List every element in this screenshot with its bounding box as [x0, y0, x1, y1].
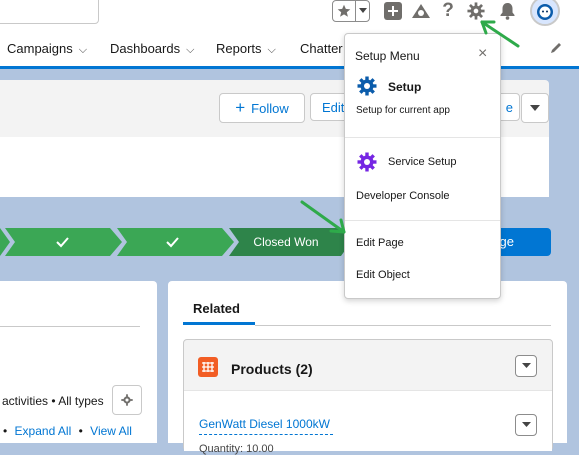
- tab-related-label: Related: [193, 301, 240, 316]
- edit-label: Edit: [322, 99, 345, 115]
- setup-menu-item-service-setup[interactable]: Service Setup: [345, 149, 500, 175]
- chevron-down-icon[interactable]: ⌵: [79, 44, 87, 56]
- gear-icon: [467, 2, 485, 20]
- developer-console-label: Developer Console: [356, 190, 450, 202]
- edit-object-label: Edit Object: [356, 269, 410, 281]
- products-list-body: GenWatt Diesel 1000kW Quantity: 10.00: [184, 390, 552, 455]
- divider: [0, 326, 140, 327]
- setup-menu-item-developer-console[interactable]: Developer Console: [345, 184, 500, 210]
- chevron-down-icon: [358, 8, 367, 13]
- separator: •: [3, 424, 8, 438]
- nav-item-chatter[interactable]: Chatter: [300, 32, 343, 66]
- nav-item-label: Campaigns: [7, 41, 73, 56]
- favorites-button[interactable]: [332, 0, 356, 22]
- products-related-list: Products (2) GenWatt Diesel 1000kW Quant…: [183, 339, 553, 455]
- setup-gear-icon: [357, 76, 377, 96]
- star-icon: [337, 4, 351, 17]
- related-card: Related Products (2) GenWatt Diesel 1000…: [168, 281, 567, 455]
- tabs-divider: [255, 325, 551, 326]
- service-setup-gear-icon: [357, 152, 377, 172]
- closed-won-label: Closed Won: [253, 235, 319, 249]
- activity-filter-button[interactable]: [112, 385, 142, 415]
- setup-menu-dropdown: Setup Menu × Setup Setup for current app: [344, 33, 501, 299]
- expand-all-link[interactable]: Expand All: [15, 424, 72, 438]
- activity-card: activities • All types • Expand All • Vi…: [0, 281, 157, 443]
- global-search-input[interactable]: [0, 0, 99, 24]
- expand-links: • Expand All • View All: [3, 424, 132, 438]
- nav-item-campaigns[interactable]: Campaigns ⌵: [7, 32, 87, 66]
- follow-button[interactable]: + Follow: [219, 93, 305, 123]
- divider: [345, 137, 500, 138]
- notifications-button[interactable]: [496, 0, 518, 22]
- nav-item-label: Reports: [216, 41, 262, 56]
- favorites-menu-button[interactable]: [355, 0, 370, 22]
- nav-item-dashboards[interactable]: Dashboards ⌵: [110, 32, 194, 66]
- divider: [345, 220, 500, 221]
- setup-gear-button[interactable]: [465, 0, 487, 22]
- nav-item-label: Dashboards: [110, 41, 181, 56]
- product-quantity: Quantity: 10.00: [199, 443, 274, 455]
- add-icon: [388, 6, 398, 16]
- view-all-link[interactable]: View All: [90, 424, 132, 438]
- activity-filter-text: activities • All types: [2, 394, 104, 408]
- service-setup-label: Service Setup: [388, 156, 457, 168]
- chevron-down-icon[interactable]: ⌵: [186, 44, 194, 56]
- setup-menu-title: Setup Menu: [355, 49, 420, 63]
- astro-avatar-icon: [537, 4, 553, 20]
- bell-icon: [500, 3, 514, 20]
- setup-menu-item-edit-object[interactable]: Edit Object: [345, 263, 500, 289]
- setup-sublabel: Setup for current app: [356, 105, 450, 116]
- chevron-down-icon: [521, 422, 531, 427]
- setup-menu-item-edit-page[interactable]: Edit Page: [345, 231, 500, 257]
- tab-related[interactable]: Related: [183, 299, 255, 325]
- close-icon[interactable]: ×: [478, 45, 487, 63]
- avatar[interactable]: [530, 0, 560, 26]
- chevron-down-icon: [530, 104, 540, 111]
- chevron-down-icon: [521, 363, 531, 368]
- global-header: ?: [0, 0, 579, 32]
- nav-item-label: Chatter: [300, 41, 343, 56]
- setup-label: Setup: [388, 80, 422, 94]
- product-name-link[interactable]: GenWatt Diesel 1000kW: [199, 417, 330, 431]
- pencil-icon: [551, 43, 561, 53]
- help-icon: ?: [442, 0, 454, 21]
- product-link-underline: [199, 433, 333, 435]
- separator: •: [78, 424, 83, 438]
- add-icon: +: [235, 98, 246, 117]
- nav-item-reports[interactable]: Reports ⌵: [216, 32, 276, 66]
- setup-menu-item-setup[interactable]: Setup Setup for current app: [345, 72, 500, 132]
- follow-label: Follow: [251, 100, 289, 116]
- action-label: e: [505, 99, 513, 115]
- products-menu-button[interactable]: [515, 355, 537, 377]
- edit-nav-button[interactable]: [549, 41, 565, 57]
- products-icon: [198, 357, 218, 377]
- edit-page-label: Edit Page: [356, 237, 404, 249]
- help-button[interactable]: ?: [438, 0, 458, 22]
- product-row-menu-button[interactable]: [515, 414, 537, 436]
- global-actions-button[interactable]: [384, 2, 402, 20]
- chevron-down-icon[interactable]: ⌵: [268, 44, 276, 56]
- more-actions-button[interactable]: [521, 93, 549, 123]
- gear-icon: [121, 394, 133, 406]
- products-title[interactable]: Products (2): [231, 361, 313, 377]
- trailhead-button[interactable]: [410, 1, 432, 21]
- mark-stage-label: ge: [499, 234, 514, 249]
- trailhead-icon: [412, 4, 430, 18]
